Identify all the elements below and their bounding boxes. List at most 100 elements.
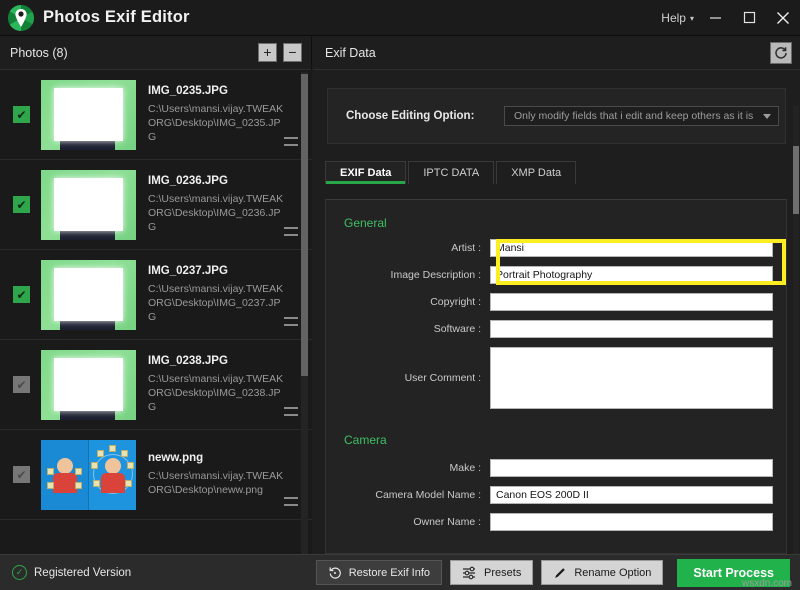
watermark: wsxdn.com [742,578,792,589]
photo-name: IMG_0238.JPG [148,355,286,367]
photos-panel-actions: + − [258,43,302,62]
button-label: Restore Exif Info [349,567,430,579]
photo-path: C:\Users\mansi.vijay.TWEAKORG\Desktop\IM… [148,192,286,234]
owner-name-input[interactable] [490,513,773,531]
tab-label: EXIF Data [340,167,391,179]
exif-form-scrollbar[interactable] [793,106,799,588]
photo-checkbox[interactable]: ✔ [13,286,30,303]
title-bar: Photos Exif Editor Help ▾ [0,0,800,36]
software-input[interactable] [490,320,773,338]
restore-clock-icon [328,566,342,580]
window-controls: Help ▾ [657,0,800,36]
photo-checkbox[interactable]: ✔ [13,196,30,213]
field-label: User Comment : [344,372,490,384]
add-photos-button[interactable]: + [258,43,277,62]
app-window: Photos Exif Editor Help ▾ [0,0,800,590]
list-item[interactable]: ✔ neww.png [0,430,312,520]
sliders-icon [462,566,477,580]
field-label: Artist : [344,242,490,254]
photos-panel: Photos (8) + − ✔ IMG_0235.JPG C:\Users [0,36,312,554]
row-menu-icon[interactable] [284,497,298,506]
field-row-user-comment: User Comment : [326,347,786,409]
photo-meta: IMG_0238.JPG C:\Users\mansi.vijay.TWEAKO… [148,355,312,414]
scrollbar-thumb[interactable] [301,74,308,376]
image-description-input[interactable]: Portrait Photography [490,266,773,284]
row-menu-icon[interactable] [284,227,298,236]
plus-icon: + [263,45,271,59]
editing-option-value: Only modify fields that i edit and keep … [514,110,753,122]
exif-form: General Artist : Mansi Image Description… [325,199,787,554]
photo-path: C:\Users\mansi.vijay.TWEAKORG\Desktop\IM… [148,372,286,414]
copyright-input[interactable] [490,293,773,311]
photo-list-scrollbar[interactable] [301,72,308,554]
editing-option-label: Choose Editing Option: [346,110,496,122]
row-menu-icon[interactable] [284,137,298,146]
photo-meta: neww.png C:\Users\mansi.vijay.TWEAKORG\D… [148,452,312,497]
app-logo-icon [6,3,36,33]
photo-checkbox[interactable]: ✔ [13,106,30,123]
photo-meta: IMG_0236.JPG C:\Users\mansi.vijay.TWEAKO… [148,175,312,234]
close-button[interactable] [766,0,800,36]
tab-exif-data[interactable]: EXIF Data [325,161,406,184]
row-menu-icon[interactable] [284,317,298,326]
field-row-artist: Artist : Mansi [326,239,786,257]
exif-tabs: EXIF Data IPTC DATA XMP Data [325,161,800,184]
restore-exif-info-button[interactable]: Restore Exif Info [316,560,442,585]
row-menu-icon[interactable] [284,407,298,416]
field-row-owner-name: Owner Name : [326,513,786,531]
photo-thumbnail [41,440,136,510]
help-label: Help [661,11,686,25]
user-comment-input[interactable] [490,347,773,409]
bottom-actions: Restore Exif Info Presets Rena [316,559,790,587]
photo-thumbnail [41,80,136,150]
refresh-button[interactable] [770,42,792,64]
list-item[interactable]: ✔ IMG_0237.JPG C:\Users\mansi.vijay.TWEA… [0,250,312,340]
section-title-general: General [344,216,786,230]
scrollbar-thumb[interactable] [793,146,799,214]
minimize-button[interactable] [698,0,732,36]
camera-model-name-input[interactable]: Canon EOS 200D II [490,486,773,504]
chevron-down-icon [763,114,771,119]
registered-status: ✓ Registered Version [12,565,131,580]
photo-list[interactable]: ✔ IMG_0235.JPG C:\Users\mansi.vijay.TWEA… [0,70,312,554]
section-title-camera: Camera [344,433,786,447]
field-label: Image Description : [344,269,490,281]
photo-thumbnail [41,170,136,240]
tab-xmp-data[interactable]: XMP Data [496,161,576,184]
field-label: Camera Model Name : [344,489,490,501]
editing-option-box: Choose Editing Option: Only modify field… [327,88,786,144]
field-row-copyright: Copyright : [326,293,786,311]
app-title: Photos Exif Editor [43,8,190,27]
maximize-icon [743,11,756,24]
photos-panel-header: Photos (8) + − [0,36,311,70]
maximize-button[interactable] [732,0,766,36]
photo-path: C:\Users\mansi.vijay.TWEAKORG\Desktop\IM… [148,282,286,324]
remove-photos-button[interactable]: − [283,43,302,62]
photo-checkbox[interactable]: ✔ [13,376,30,393]
help-menu-button[interactable]: Help ▾ [657,11,698,25]
list-item[interactable]: ✔ IMG_0235.JPG C:\Users\mansi.vijay.TWEA… [0,70,312,160]
photo-checkbox[interactable]: ✔ [13,466,30,483]
tab-label: IPTC DATA [423,167,479,179]
minus-icon: − [288,45,296,59]
check-circle-icon: ✓ [12,565,27,580]
field-label: Owner Name : [344,516,490,528]
photo-path: C:\Users\mansi.vijay.TWEAKORG\Desktop\IM… [148,102,286,144]
photos-count-label: Photos (8) [10,46,68,60]
list-item[interactable]: ✔ IMG_0236.JPG C:\Users\mansi.vijay.TWEA… [0,160,312,250]
pencil-icon [553,566,567,580]
photo-name: IMG_0235.JPG [148,85,286,97]
tab-iptc-data[interactable]: IPTC DATA [408,161,494,184]
photo-name: IMG_0237.JPG [148,265,286,277]
close-icon [776,11,790,25]
presets-button[interactable]: Presets [450,560,533,585]
field-row-software: Software : [326,320,786,338]
make-input[interactable] [490,459,773,477]
artist-input[interactable]: Mansi [490,239,773,257]
photo-meta: IMG_0235.JPG C:\Users\mansi.vijay.TWEAKO… [148,85,312,144]
editing-option-select[interactable]: Only modify fields that i edit and keep … [504,106,779,126]
photo-thumbnail [41,260,136,330]
rename-option-button[interactable]: Rename Option [541,560,663,585]
field-label: Copyright : [344,296,490,308]
list-item[interactable]: ✔ IMG_0238.JPG C:\Users\mansi.vijay.TWEA… [0,340,312,430]
